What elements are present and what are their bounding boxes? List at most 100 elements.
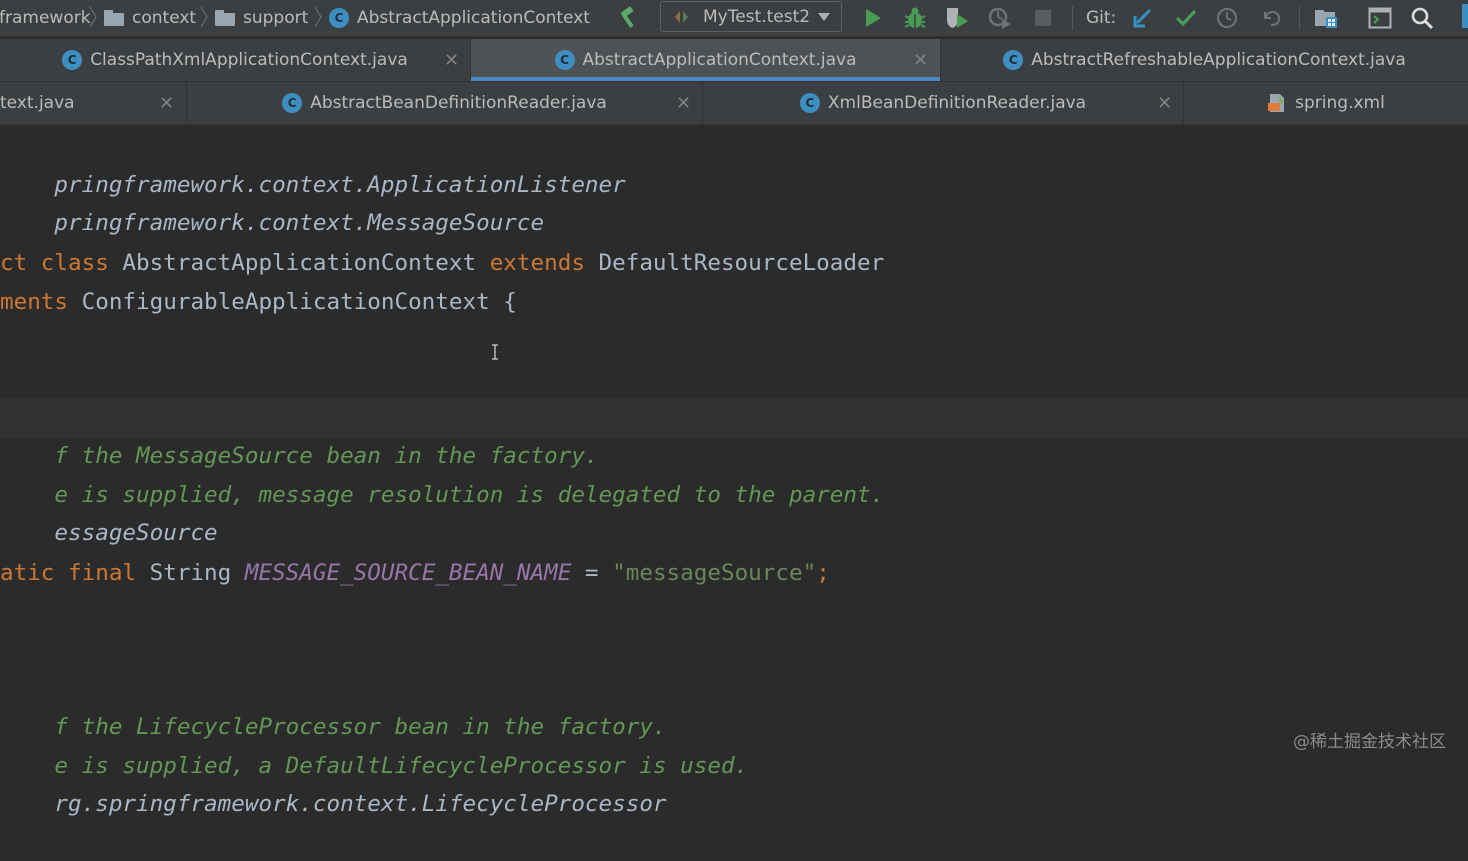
text-cursor-icon (492, 344, 498, 360)
code-keyword: extends (489, 250, 585, 276)
toolbar-divider (1299, 6, 1300, 30)
breadcrumb-label: framework (0, 8, 91, 28)
spring-xml-icon (1268, 94, 1285, 112)
code-line-5: f the MessageSource bean in the factory. (0, 399, 598, 469)
code-line-1: pringframework.context.ApplicationListen… (0, 128, 625, 198)
code-line-8: atic final String MESSAGE_SOURCE_BEAN_NA… (0, 554, 830, 592)
watermark: @稀土掘金技术社区 (1293, 732, 1446, 752)
project-structure-icon (1315, 10, 1337, 28)
class-icon: C (799, 93, 820, 113)
code-line-4: ments ConfigurableApplicationContext { (0, 283, 517, 321)
code-keyword: ct class (0, 250, 109, 276)
code-editor[interactable]: pringframework.context.ApplicationListen… (0, 125, 1468, 817)
tab-label: spring.xml (1295, 93, 1385, 113)
code-line-9: f the LifecycleProcessor bean in the fac… (0, 670, 666, 740)
run-configuration-select[interactable]: MyTest.test2 (660, 1, 842, 32)
coverage-icon (947, 8, 968, 28)
run-with-coverage-button[interactable] (943, 4, 971, 32)
breadcrumb-label: context (132, 8, 197, 28)
class-icon: C (329, 8, 349, 28)
sidebar-edge-indicator (1462, 4, 1468, 28)
search-icon (1411, 7, 1434, 30)
breadcrumb-label: support (243, 8, 309, 28)
terminal-button[interactable] (1366, 4, 1394, 32)
checkmark-icon (1175, 9, 1197, 27)
close-icon[interactable]: ✕ (1157, 82, 1172, 124)
hammer-icon (620, 6, 634, 28)
code-line-11: rg.springframework.context.LifecycleProc… (0, 747, 666, 817)
tab-label: AbstractRefreshableApplicationContext.ja… (1031, 50, 1406, 70)
tab-abstractapplicationcontext[interactable]: C AbstractApplicationContext.java (471, 39, 941, 81)
code-type: String (136, 560, 245, 586)
tab-label: AbstractApplicationContext.java (582, 50, 857, 70)
play-icon (866, 9, 881, 27)
chevron-right-icon (314, 6, 322, 28)
close-icon[interactable]: ✕ (159, 82, 174, 124)
project-structure-button[interactable] (1312, 4, 1340, 32)
run-config-label: MyTest.test2 (703, 6, 811, 27)
breadcrumb-item-abstractapplicationcontext[interactable]: C AbstractApplicationContext (329, 0, 590, 36)
stop-icon (1035, 10, 1051, 26)
git-rollback-button[interactable] (1258, 4, 1284, 32)
git-label: Git: (1086, 0, 1116, 36)
arrow-down-left-icon (1133, 8, 1152, 28)
run-button[interactable] (860, 4, 886, 32)
class-icon: C (554, 50, 575, 70)
tab-label: XmlBeanDefinitionReader.java (827, 93, 1087, 113)
code-line-2: pringframework.context.MessageSource (0, 166, 544, 236)
code-text: pringframework.context.MessageSource (54, 210, 545, 236)
git-history-button[interactable] (1214, 4, 1240, 32)
breadcrumb-item-support[interactable]: support (215, 0, 308, 36)
terminal-icon (1368, 7, 1392, 29)
build-button[interactable] (614, 4, 642, 32)
tab-xmlbeandefinitionreader[interactable]: C XmlBeanDefinitionReader.java (703, 82, 1184, 124)
code-line-3: ct class AbstractApplicationContext exte… (0, 244, 884, 282)
code-constant: MESSAGE_SOURCE_BEAN_NAME (244, 560, 572, 586)
git-update-button[interactable] (1130, 4, 1156, 32)
undo-icon (1264, 10, 1281, 26)
clock-icon (1216, 7, 1238, 29)
code-interface-name: ConfigurableApplicationContext { (68, 289, 517, 315)
code-operator: = (571, 560, 613, 586)
code-base-class: DefaultResourceLoader (584, 250, 885, 276)
search-button[interactable] (1408, 4, 1436, 32)
folder-icon (104, 10, 124, 26)
chevron-right-icon (200, 6, 208, 28)
git-label-text: Git: (1086, 8, 1117, 28)
tab-abstractbeandefinitionreader[interactable]: C AbstractBeanDefinitionReader.java (187, 82, 703, 124)
code-string: "messageSource" (612, 560, 817, 586)
debug-button[interactable] (901, 4, 929, 32)
bug-icon (904, 7, 926, 28)
breadcrumb-item-framework[interactable]: framework (0, 0, 91, 36)
tab-spring-xml[interactable]: spring.xml (1184, 82, 1468, 124)
git-commit-button[interactable] (1173, 4, 1199, 32)
code-class-name: AbstractApplicationContext (108, 250, 490, 276)
tab-label: ClassPathXmlApplicationContext.java (90, 50, 408, 70)
close-icon[interactable]: ✕ (676, 82, 691, 124)
editor-tabs-row-2: text.java ✕ C AbstractBeanDefinitionRead… (0, 82, 1468, 125)
editor-tabs-row-1: C ClassPathXmlApplicationContext.java ✕ … (0, 39, 1468, 82)
class-icon: C (1003, 50, 1024, 70)
toolbar-divider (1072, 6, 1073, 30)
profile-button[interactable] (986, 4, 1014, 32)
tab-label: text.java (0, 93, 75, 113)
run-config-icon (675, 10, 688, 23)
stop-button[interactable] (1030, 4, 1056, 32)
close-icon[interactable]: ✕ (444, 39, 459, 81)
code-line-6: e is supplied, message resolution is del… (0, 438, 884, 508)
tab-label: AbstractBeanDefinitionReader.java (310, 93, 607, 113)
profiler-icon (988, 7, 1011, 29)
code-semicolon: ; (816, 560, 830, 586)
breadcrumb-label: AbstractApplicationContext (357, 8, 590, 28)
close-icon[interactable]: ✕ (913, 39, 928, 81)
folder-icon (215, 10, 235, 26)
code-keyword: atic final (0, 560, 137, 586)
chevron-right-icon (89, 6, 97, 28)
code-text: rg.springframework.context.LifecycleProc… (54, 791, 667, 817)
tab-abstractrefreshableapplicationcontext[interactable]: C AbstractRefreshableApplicationContext.… (941, 39, 1468, 81)
breadcrumb-item-context[interactable]: context (104, 0, 196, 36)
class-icon: C (62, 50, 83, 70)
code-line-7: essageSource (0, 476, 217, 546)
tab-classpathxmlapplicationcontext[interactable]: C ClassPathXmlApplicationContext.java (0, 39, 471, 81)
code-line-10: e is supplied, a DefaultLifecycleProcess… (0, 709, 748, 779)
